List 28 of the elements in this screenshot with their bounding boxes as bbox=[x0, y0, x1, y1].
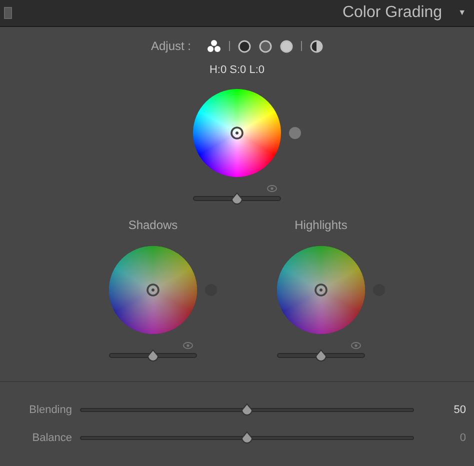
slider-thumb[interactable] bbox=[315, 348, 327, 362]
wheel-handle-icon[interactable] bbox=[314, 282, 328, 296]
slider-thumb[interactable] bbox=[231, 192, 243, 204]
half-circle-icon[interactable] bbox=[310, 40, 324, 52]
adjust-label: Adjust : bbox=[150, 38, 192, 55]
slider-label: Blending bbox=[28, 402, 72, 418]
slider-track[interactable] bbox=[109, 348, 197, 362]
slider-label: Balance bbox=[31, 431, 72, 446]
panel-title: Color Grading bbox=[342, 3, 442, 23]
hsl-readout: H:0 S:0 L:0 bbox=[209, 63, 265, 78]
slider-thumb[interactable] bbox=[241, 402, 253, 416]
slider-track[interactable] bbox=[277, 348, 365, 362]
circle-icon[interactable] bbox=[238, 40, 252, 52]
circle-icon[interactable] bbox=[280, 40, 294, 52]
three-circles-icon[interactable] bbox=[207, 39, 222, 53]
wheel-label: Highlights bbox=[294, 216, 348, 234]
slider-track[interactable] bbox=[80, 431, 414, 446]
wheel-label: Shadows bbox=[128, 216, 178, 234]
wheel-handle-icon[interactable] bbox=[146, 282, 160, 296]
collapse-toggle[interactable]: ▼ bbox=[458, 7, 466, 19]
slider-thumb[interactable] bbox=[241, 431, 253, 444]
circle-icon[interactable] bbox=[259, 40, 272, 52]
slider-track[interactable] bbox=[80, 402, 414, 417]
panel-toggle-icon[interactable] bbox=[4, 7, 12, 19]
slider-track[interactable] bbox=[193, 192, 281, 206]
slider-thumb[interactable] bbox=[147, 348, 159, 362]
wheel-handle-icon[interactable] bbox=[230, 126, 244, 140]
slider-value[interactable]: 50 bbox=[422, 402, 466, 418]
